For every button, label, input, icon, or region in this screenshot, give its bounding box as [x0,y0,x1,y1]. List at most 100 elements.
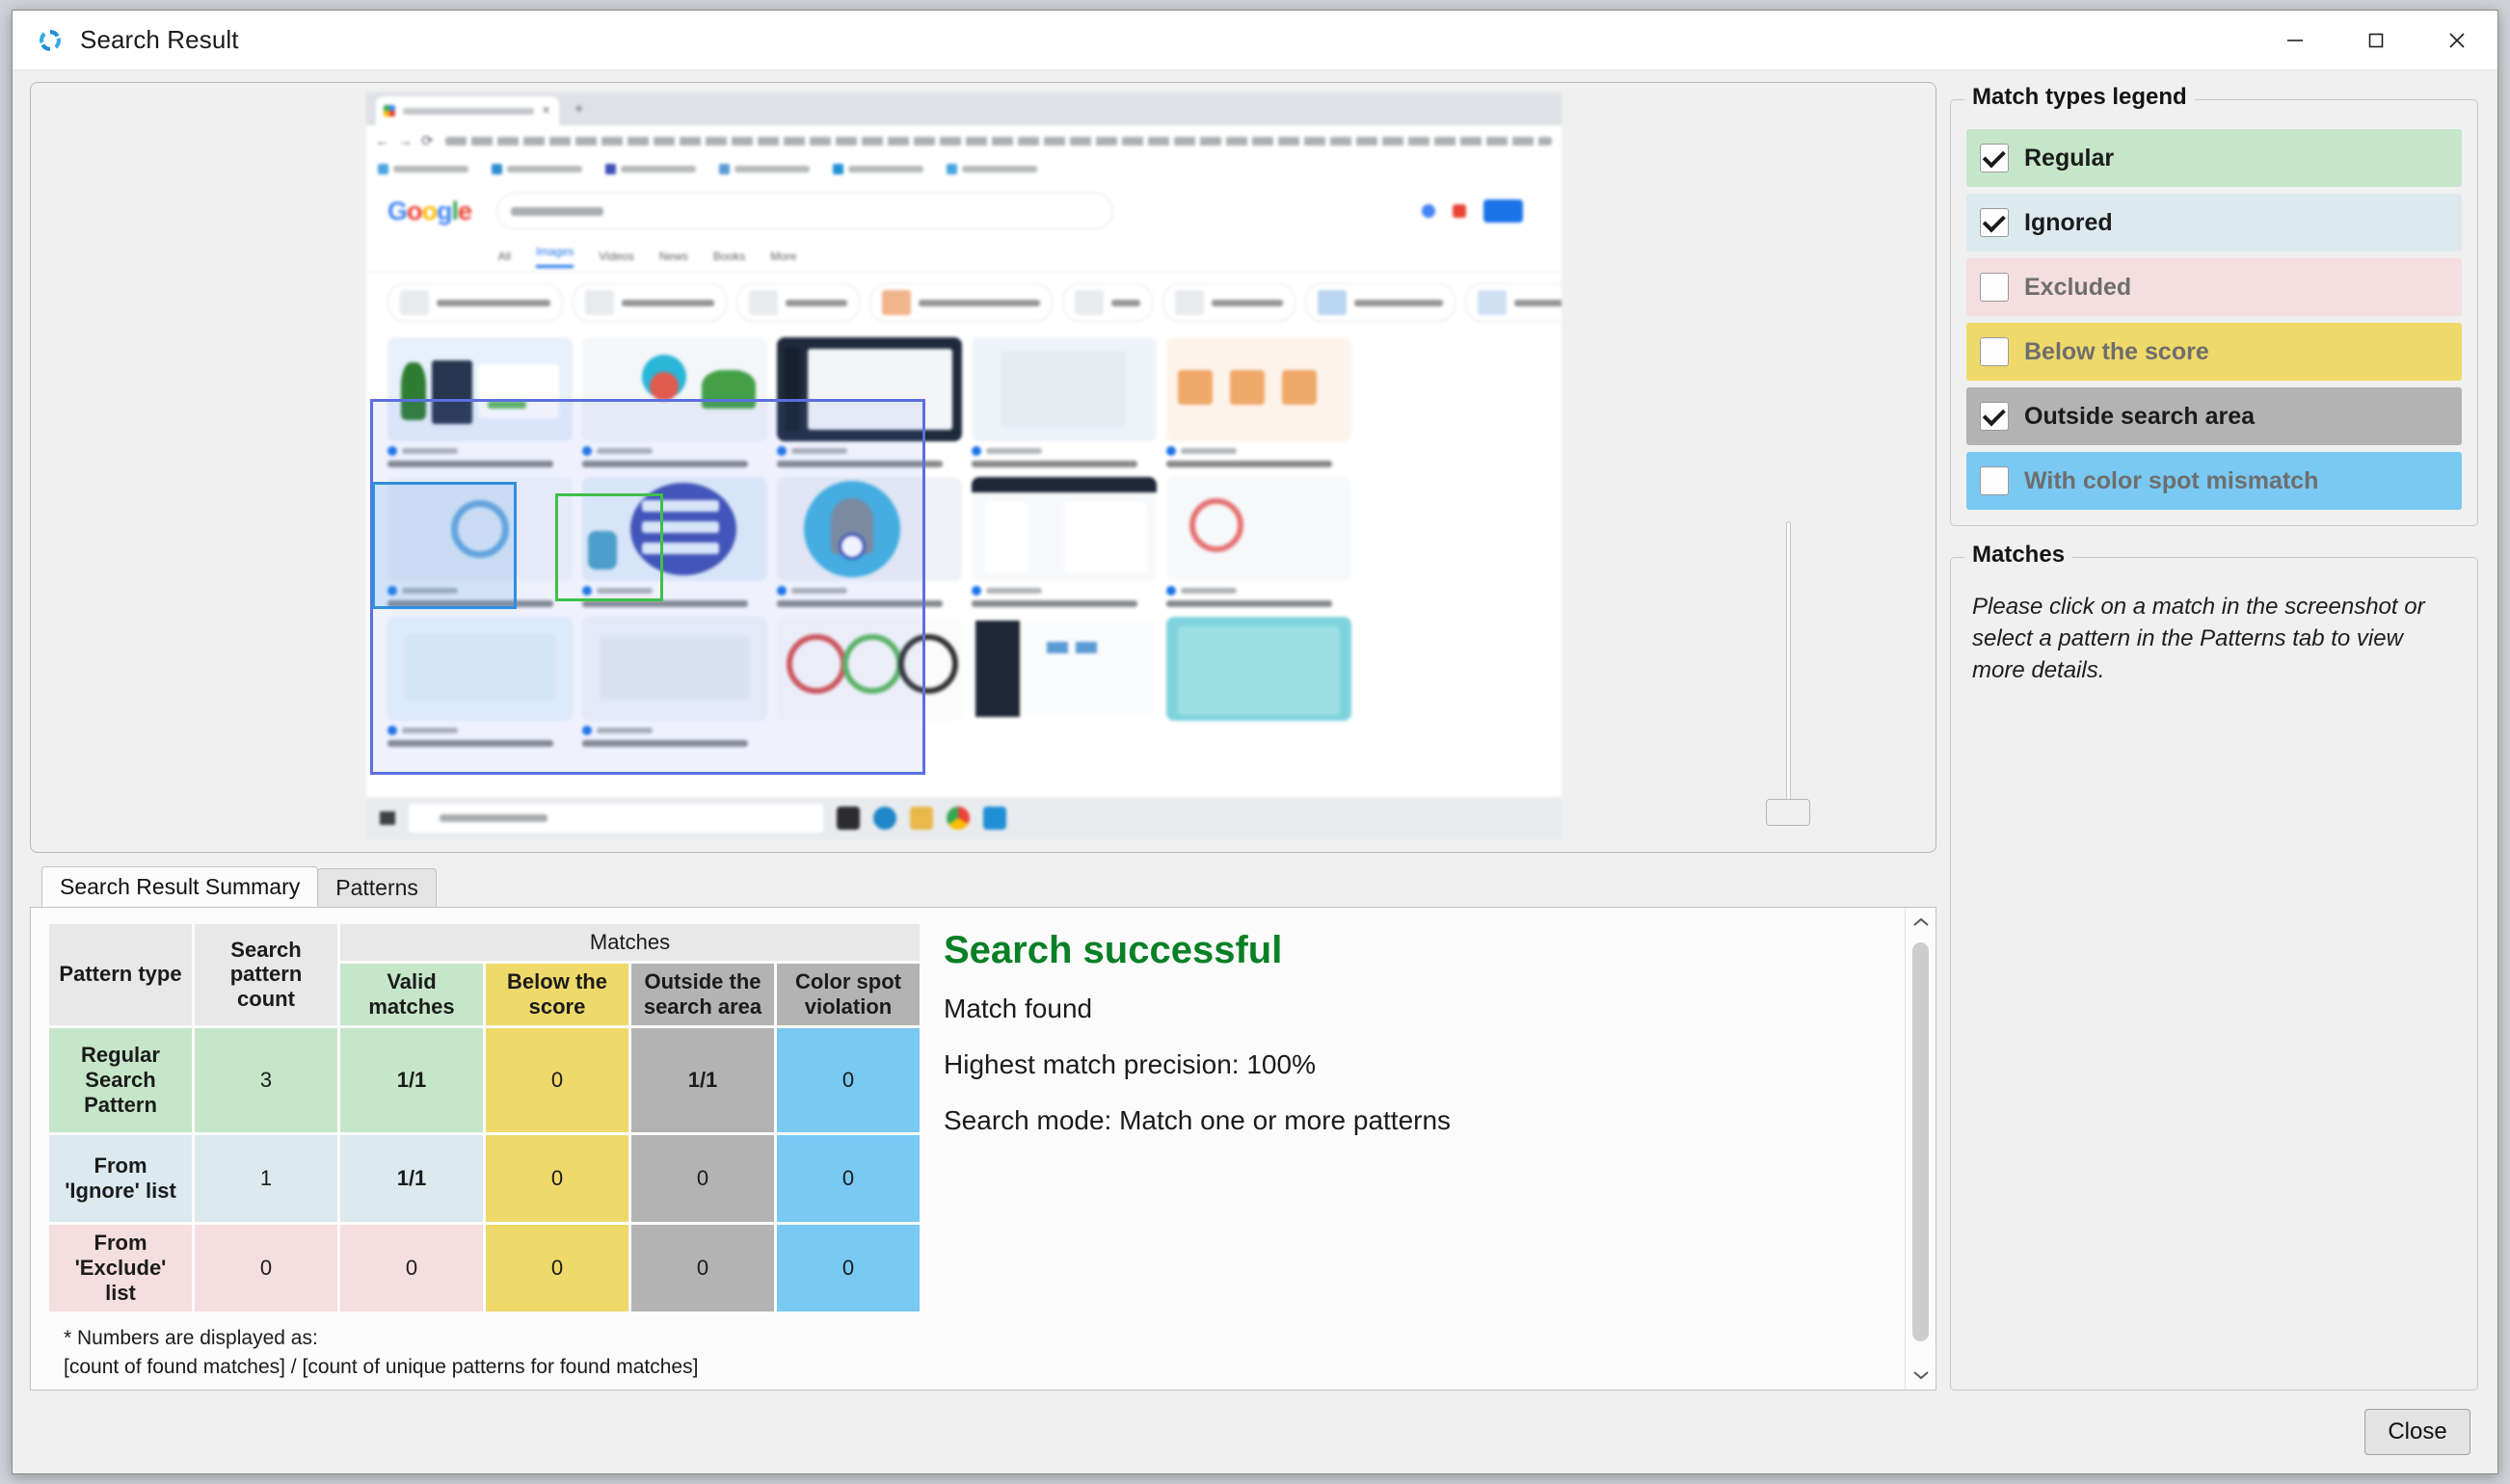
image-result [777,617,962,747]
image-result [1166,617,1351,747]
bookmarks-bar [366,156,1562,181]
cell-below-the-score: 0 [486,1027,628,1132]
image-result [387,477,573,607]
scrollbar-track[interactable] [1906,937,1936,1361]
summary-content: Pattern type Search pattern count Matche… [31,908,1936,1390]
table-row[interactable]: Regular Search Pattern 3 1/1 0 1/1 0 [49,1027,920,1132]
image-result [1166,477,1351,607]
checkbox-below-the-score[interactable] [1980,337,2009,366]
scroll-down-icon[interactable] [1911,1361,1931,1390]
cell-valid-matches: 1/1 [340,1134,483,1222]
cell-outside-search-area: 0 [631,1134,774,1222]
image-result [387,337,573,467]
scroll-up-icon[interactable] [1911,908,1931,937]
screenshot-preview-panel[interactable]: ✕ + ← → ⟳ Google All Images Videos News … [30,82,1936,853]
result-status-title: Search successful [944,929,1283,971]
image-result [582,617,767,747]
minimize-button[interactable] [2255,11,2336,70]
checkbox-outside-search-area[interactable] [1980,402,2009,431]
image-result [582,477,767,607]
cell-color-spot-violation: 0 [777,1134,920,1222]
bookmark-item [492,163,582,174]
new-tab-icon: + [574,101,584,118]
image-result [387,617,573,747]
image-result [582,337,767,467]
browser-tab-title [403,107,534,115]
bookmark-item [378,163,468,174]
matches-panel: Matches Please click on a match in the s… [1950,542,2478,1391]
image-result-mulesoft-mascot [777,477,962,607]
close-button[interactable]: Close [2364,1409,2470,1455]
maximize-button[interactable] [2336,11,2417,70]
legend-label-excluded: Excluded [2024,273,2132,301]
browser-omnibox: ← → ⟳ [366,125,1562,156]
cell-pattern-type: From 'Ignore' list [49,1134,192,1222]
nav-tab-videos: Videos [599,249,634,263]
table-footnote: * Numbers are displayed as: [count of fo… [46,1314,922,1382]
close-button-label: Close [2388,1418,2447,1444]
legend-label-below-the-score: Below the score [2024,337,2209,365]
legend-label-ignored: Ignored [2024,208,2113,236]
tab-search-result-summary[interactable]: Search Result Summary [41,866,319,907]
google-search-box [496,193,1114,229]
legend-item-outside-search-area[interactable]: Outside search area [1966,387,2462,445]
google-logo: Google [387,196,472,225]
image-result [777,337,962,467]
legend-item-excluded[interactable]: Excluded [1966,258,2462,316]
match-types-legend-panel: Match types legend Regular Ignored Exclu… [1950,84,2478,526]
cell-outside-search-area: 0 [631,1224,774,1312]
chip [573,283,727,322]
table-header-row-1: Pattern type Search pattern count Matche… [49,924,920,1025]
checkbox-ignored[interactable] [1980,208,2009,237]
google-image-results-grid [366,333,1562,751]
table-row[interactable]: From 'Ignore' list 1 1/1 0 0 0 [49,1134,920,1222]
file-explorer-icon [910,807,933,830]
window-title: Search Result [80,25,239,54]
zoom-slider-thumb[interactable] [1766,799,1810,826]
footnote-line-1: * Numbers are displayed as: [64,1326,318,1349]
close-window-button[interactable] [2417,11,2497,70]
nav-tab-more: More [770,249,797,263]
nav-tab-all: All [492,249,512,263]
browser-tabstrip: ✕ + [366,93,1562,125]
checkbox-regular[interactable] [1980,144,2009,172]
chip [387,283,563,322]
col-search-pattern-count: Search pattern count [195,924,337,1025]
checkbox-color-spot-mismatch[interactable] [1980,466,2009,495]
preview-zoom-slider[interactable] [1766,521,1810,830]
cell-color-spot-violation: 0 [777,1027,920,1132]
window-footer: Close [13,1391,2497,1473]
legend-item-color-spot-mismatch[interactable]: With color spot mismatch [1966,452,2462,510]
app-refresh-icon [36,26,65,55]
checkbox-excluded[interactable] [1980,273,2009,302]
summary-scrollbar[interactable] [1905,908,1936,1390]
image-result [972,617,1157,747]
cell-pattern-type: From 'Exclude' list [49,1224,192,1312]
zoom-slider-track[interactable] [1786,521,1791,801]
table-row[interactable]: From 'Exclude' list 0 0 0 0 0 [49,1224,920,1312]
captured-screenshot-image[interactable]: ✕ + ← → ⟳ Google All Images Videos News … [366,93,1562,839]
legend-item-below-the-score[interactable]: Below the score [1966,323,2462,381]
chip [1062,283,1153,322]
cell-valid-matches: 0 [340,1224,483,1312]
image-result [972,337,1157,467]
summary-tab-container: Search Result Summary Patterns Pattern t [30,866,1936,1391]
legend-item-regular[interactable]: Regular [1966,129,2462,187]
legend-label-regular: Regular [2024,144,2115,172]
left-column: ✕ + ← → ⟳ Google All Images Videos News … [13,70,1942,1391]
right-column: Match types legend Regular Ignored Exclu… [1942,70,2497,1391]
cell-outside-search-area: 1/1 [631,1027,774,1132]
sign-in-button [1482,199,1523,223]
windows-taskbar [366,797,1562,839]
col-color-spot-violation: Color spot violation [777,963,920,1025]
chip [1305,283,1455,322]
cell-search-pattern-count: 0 [195,1224,337,1312]
scrollbar-thumb[interactable] [1912,942,1929,1341]
legend-item-ignored[interactable]: Ignored [1966,194,2462,252]
nav-tab-books: Books [712,249,746,263]
nav-tab-images: Images [536,245,574,268]
tab-patterns[interactable]: Patterns [317,868,437,907]
bookmark-item [605,163,696,174]
col-outside-search-area: Outside the search area [631,963,774,1025]
nav-tab-news: News [658,249,688,263]
